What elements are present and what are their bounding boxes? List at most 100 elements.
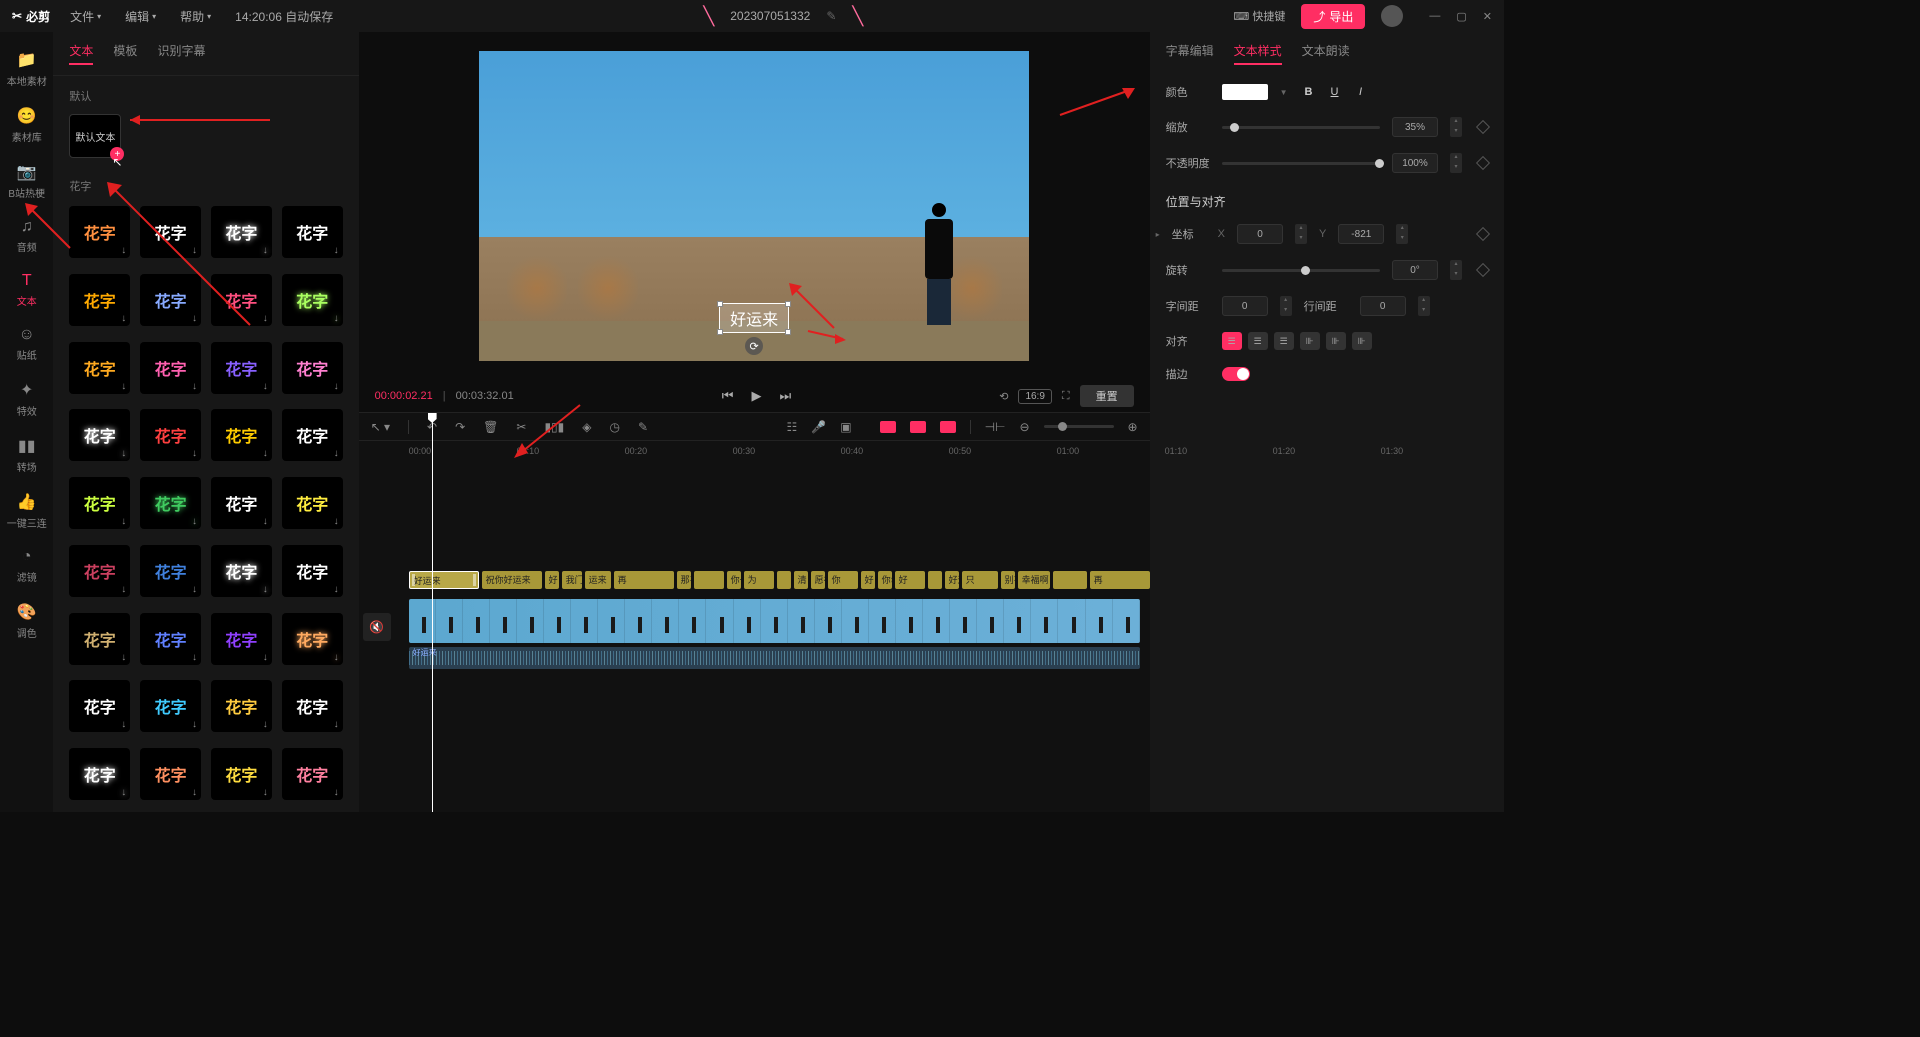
download-icon[interactable]: ↓ bbox=[121, 787, 126, 798]
rotate-spinner[interactable]: ▴▾ bbox=[1450, 260, 1462, 280]
magnet-icon[interactable]: ⊣⊢ bbox=[985, 420, 1006, 434]
subtitle-clip[interactable]: 别喜好 bbox=[1001, 571, 1015, 589]
fancy-style-9[interactable]: 花字↓ bbox=[140, 342, 201, 394]
minimize-icon[interactable]: — bbox=[1429, 10, 1440, 23]
line-value[interactable]: 0 bbox=[1360, 296, 1406, 316]
split-icon[interactable]: ▮▯▮ bbox=[544, 420, 564, 434]
fancy-style-8[interactable]: 花字↓ bbox=[69, 342, 130, 394]
align-left[interactable]: ☰ bbox=[1222, 332, 1242, 350]
subtitle-clip[interactable]: 好 bbox=[545, 571, 559, 589]
subtitle-clip[interactable]: 清 bbox=[794, 571, 808, 589]
rtab-style[interactable]: 文本样式 bbox=[1234, 42, 1282, 65]
scale-value[interactable]: 35% bbox=[1392, 117, 1438, 137]
color-picker[interactable] bbox=[1222, 84, 1268, 100]
sidebar-item-6[interactable]: ✦特效 bbox=[3, 372, 51, 426]
fancy-style-22[interactable]: 花字↓ bbox=[211, 545, 272, 597]
mic-icon[interactable]: 🎤 bbox=[811, 420, 826, 434]
fancy-style-2[interactable]: 花字↓ bbox=[211, 206, 272, 258]
subtitle-clip[interactable] bbox=[928, 571, 942, 589]
video-track[interactable] bbox=[409, 599, 1140, 643]
subtitle-clip[interactable]: 只 bbox=[962, 571, 998, 589]
fancy-style-20[interactable]: 花字↓ bbox=[69, 545, 130, 597]
opacity-slider[interactable] bbox=[1222, 162, 1380, 165]
fancy-style-18[interactable]: 花字↓ bbox=[211, 477, 272, 529]
fancy-style-16[interactable]: 花字↓ bbox=[69, 477, 130, 529]
subtitle-clip[interactable]: 你 bbox=[828, 571, 858, 589]
fancy-style-31[interactable]: 花字↓ bbox=[282, 680, 343, 732]
next-frame-icon[interactable]: ⏭ bbox=[779, 388, 791, 404]
zoom-in-icon[interactable]: ⊕ bbox=[1128, 420, 1138, 434]
fancy-style-11[interactable]: 花字↓ bbox=[282, 342, 343, 394]
subtitle-clip[interactable]: 那喜来 bbox=[677, 571, 691, 589]
download-icon[interactable]: ↓ bbox=[334, 245, 339, 256]
subtitle-clip[interactable]: 为 bbox=[744, 571, 774, 589]
download-icon[interactable]: ↓ bbox=[263, 787, 268, 798]
fancy-style-21[interactable]: 花字↓ bbox=[140, 545, 201, 597]
sidebar-item-10[interactable]: 🎨调色 bbox=[3, 594, 51, 648]
fancy-style-27[interactable]: 花字↓ bbox=[282, 613, 343, 665]
download-icon[interactable]: ↓ bbox=[263, 719, 268, 730]
subtitle-clip[interactable]: 再 bbox=[1090, 571, 1150, 589]
fancy-style-6[interactable]: 花字↓ bbox=[211, 274, 272, 326]
scale-slider[interactable] bbox=[1222, 126, 1380, 129]
subtitle-clip[interactable]: 好运来 bbox=[409, 571, 479, 589]
spacing-spinner[interactable]: ▴▾ bbox=[1280, 296, 1292, 316]
subtitle-clip[interactable]: 运来 bbox=[585, 571, 611, 589]
subtitle-track[interactable]: 好运来祝你好运来好我门运来再那喜来你一为清愿祖国你好你幸福好好运常只别喜好幸福啊… bbox=[399, 571, 1150, 593]
download-icon[interactable]: ↓ bbox=[121, 313, 126, 324]
download-icon[interactable]: ↓ bbox=[192, 719, 197, 730]
subtitle-clip[interactable] bbox=[1053, 571, 1087, 589]
download-icon[interactable]: ↓ bbox=[192, 787, 197, 798]
download-icon[interactable]: ↓ bbox=[263, 381, 268, 392]
cut-icon[interactable]: ✂ bbox=[516, 420, 526, 434]
aspect-ratio[interactable]: 16:9 bbox=[1018, 389, 1051, 404]
keyframe-icon[interactable] bbox=[1476, 227, 1490, 241]
fancy-style-28[interactable]: 花字↓ bbox=[69, 680, 130, 732]
subtitle-clip[interactable] bbox=[777, 571, 791, 589]
download-icon[interactable]: ↓ bbox=[192, 652, 197, 663]
fancy-style-17[interactable]: 花字↓ bbox=[140, 477, 201, 529]
stroke-toggle[interactable] bbox=[1222, 367, 1250, 381]
time-ruler[interactable]: 00:0000:1000:2000:3000:4000:5001:0001:10… bbox=[359, 441, 1150, 461]
sidebar-item-7[interactable]: ▮▮转场 bbox=[3, 428, 51, 482]
fancy-style-10[interactable]: 花字↓ bbox=[211, 342, 272, 394]
fancy-style-35[interactable]: 花字↓ bbox=[282, 748, 343, 800]
fancy-style-23[interactable]: 花字↓ bbox=[282, 545, 343, 597]
fancy-style-13[interactable]: 花字↓ bbox=[140, 409, 201, 461]
download-icon[interactable]: ↓ bbox=[192, 245, 197, 256]
track-mode-3[interactable] bbox=[940, 421, 956, 433]
download-icon[interactable]: ↓ bbox=[263, 313, 268, 324]
rotate-value[interactable]: 0° bbox=[1392, 260, 1438, 280]
subtitle-clip[interactable]: 我门 bbox=[562, 571, 582, 589]
align-right[interactable]: ☰ bbox=[1274, 332, 1294, 350]
download-icon[interactable]: ↓ bbox=[263, 245, 268, 256]
audio-track[interactable]: 好运来 bbox=[409, 647, 1140, 669]
download-icon[interactable]: ↓ bbox=[334, 652, 339, 663]
fancy-style-14[interactable]: 花字↓ bbox=[211, 409, 272, 461]
loop-icon[interactable]: ⟲ bbox=[999, 390, 1008, 403]
download-icon[interactable]: ↓ bbox=[263, 448, 268, 459]
download-icon[interactable]: ↓ bbox=[192, 516, 197, 527]
align-vtop[interactable]: ⊪ bbox=[1300, 332, 1320, 350]
fancy-style-0[interactable]: 花字↓ bbox=[69, 206, 130, 258]
download-icon[interactable]: ↓ bbox=[263, 652, 268, 663]
x-spinner[interactable]: ▴▾ bbox=[1295, 224, 1307, 244]
y-value[interactable]: -821 bbox=[1338, 224, 1384, 244]
subtitle-clip[interactable]: 好 bbox=[895, 571, 925, 589]
tab-template[interactable]: 模板 bbox=[113, 42, 137, 65]
fancy-style-24[interactable]: 花字↓ bbox=[69, 613, 130, 665]
user-avatar[interactable] bbox=[1381, 5, 1403, 27]
align-vbot[interactable]: ⊪ bbox=[1352, 332, 1372, 350]
download-icon[interactable]: ↓ bbox=[192, 381, 197, 392]
fancy-style-7[interactable]: 花字↓ bbox=[282, 274, 343, 326]
sidebar-item-8[interactable]: 👍一键三连 bbox=[3, 484, 51, 538]
underline-button[interactable]: U bbox=[1326, 83, 1344, 101]
download-icon[interactable]: ↓ bbox=[334, 448, 339, 459]
download-icon[interactable]: ↓ bbox=[334, 787, 339, 798]
keyframe-icon[interactable] bbox=[1476, 263, 1490, 277]
download-icon[interactable]: ↓ bbox=[192, 313, 197, 324]
sidebar-item-3[interactable]: ♫音频 bbox=[3, 210, 51, 262]
maximize-icon[interactable]: ▢ bbox=[1456, 10, 1466, 23]
delete-icon[interactable]: 🗑 bbox=[483, 420, 498, 434]
fancy-style-12[interactable]: 花字↓ bbox=[69, 409, 130, 461]
